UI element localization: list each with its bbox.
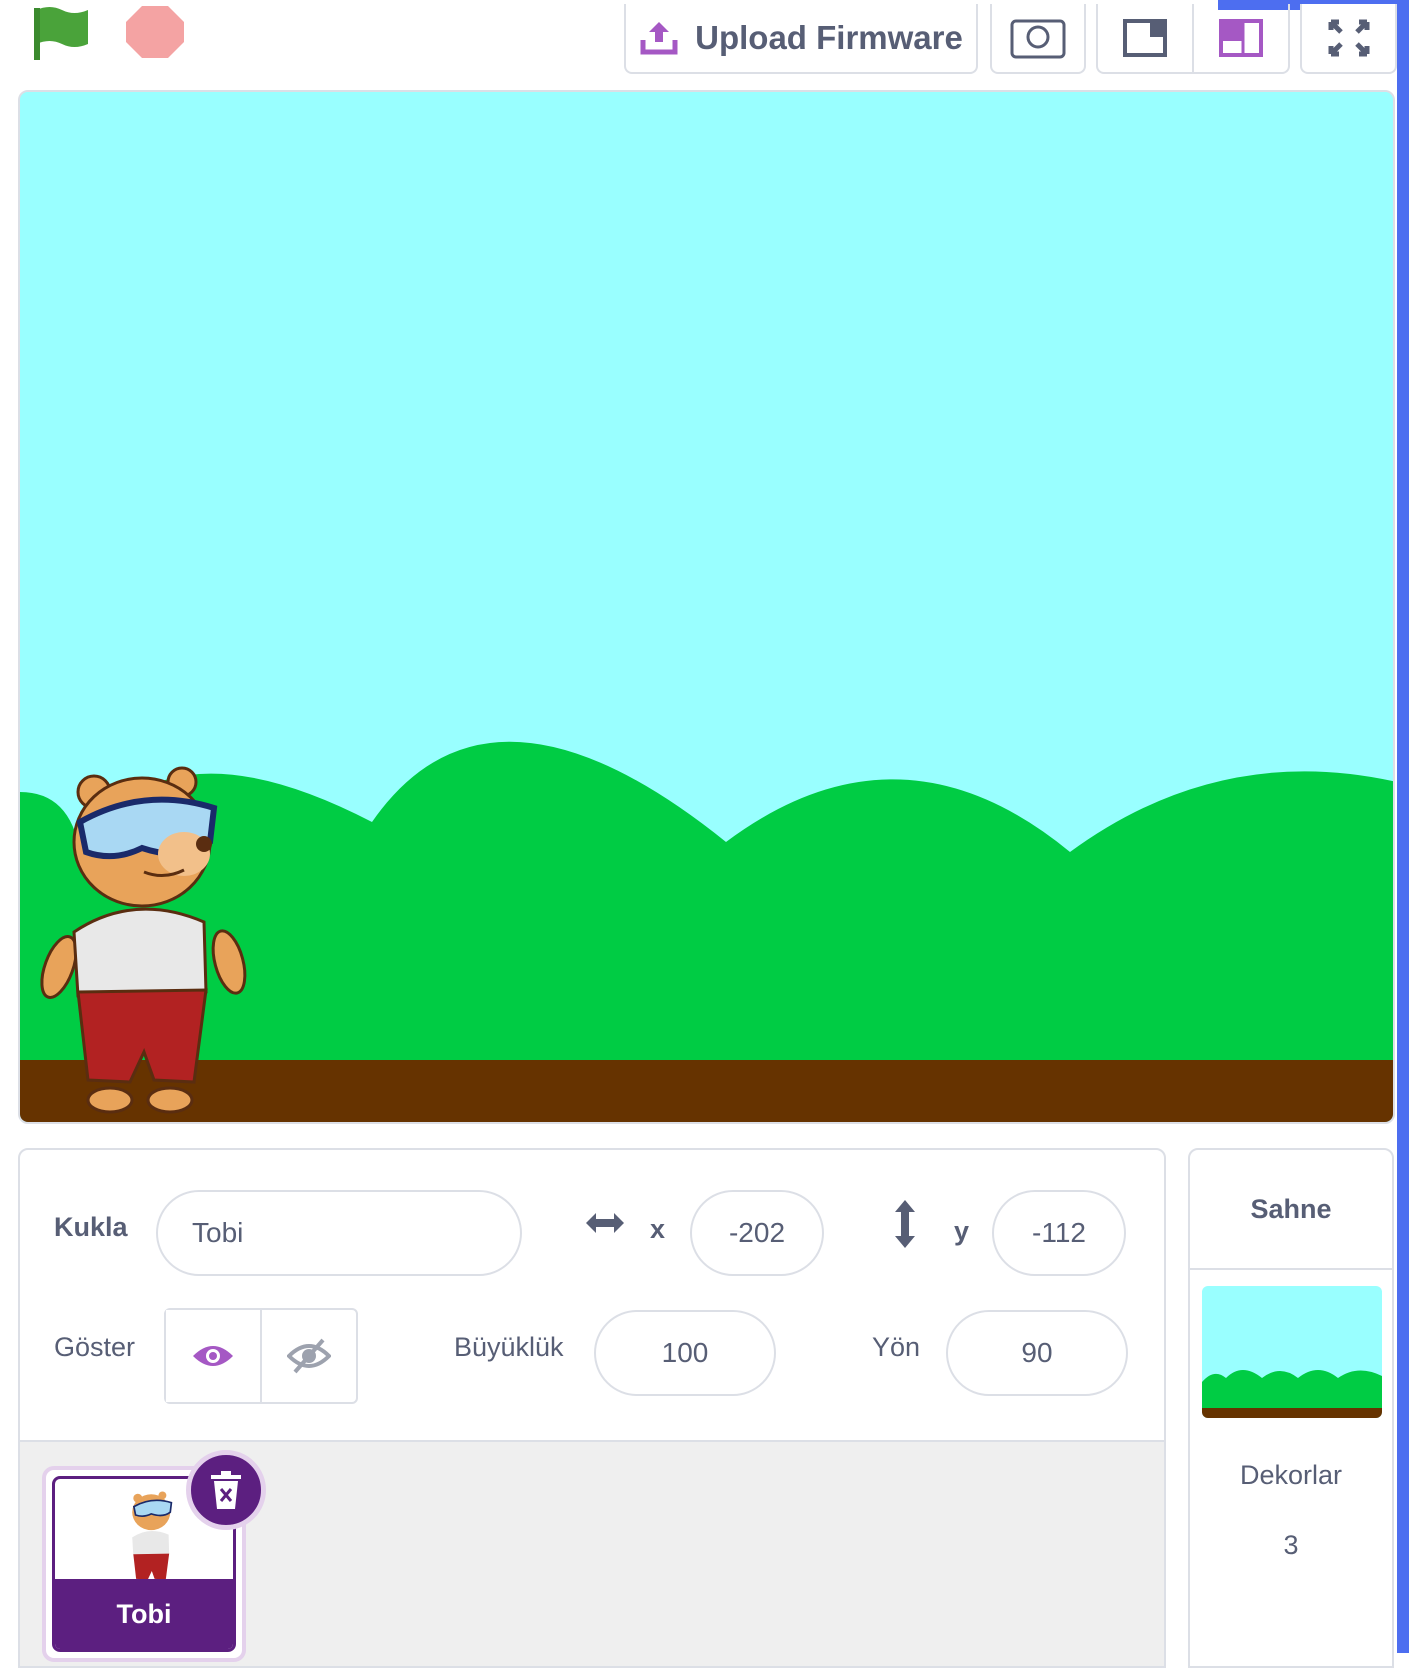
upload-firmware-button[interactable]: Upload Firmware: [624, 4, 978, 74]
fullscreen-button[interactable]: [1300, 4, 1397, 74]
y-value: -112: [1032, 1217, 1086, 1248]
stop-sign-icon[interactable]: [124, 4, 186, 60]
backdrops-label: Dekorlar: [1239, 1460, 1343, 1490]
sprite-name-label: Kukla: [54, 1212, 128, 1242]
visibility-toggle: [164, 1308, 358, 1404]
camera-icon: [1010, 19, 1066, 59]
direction-input[interactable]: 90: [946, 1310, 1128, 1396]
show-sprite-button[interactable]: [166, 1310, 260, 1402]
small-stage-layout-icon: [1123, 19, 1167, 57]
window-edge-right: [1397, 0, 1409, 1653]
sprite-tile-name: Tobi: [55, 1579, 233, 1649]
large-stage-button[interactable]: [1192, 4, 1288, 72]
x-value: -202: [728, 1217, 786, 1248]
x-label: x: [650, 1214, 666, 1244]
screenshot-button[interactable]: [990, 4, 1086, 74]
show-label: Göster: [54, 1332, 136, 1362]
x-input[interactable]: -202: [690, 1190, 824, 1276]
small-stage-button[interactable]: [1098, 4, 1192, 72]
sprite-name-input[interactable]: Tobi: [156, 1190, 522, 1276]
size-input[interactable]: 100: [594, 1310, 776, 1396]
sprite-name-value: Tobi: [192, 1217, 244, 1248]
upload-firmware-label: Upload Firmware: [695, 19, 963, 56]
y-label: y: [954, 1216, 970, 1246]
y-input[interactable]: -112: [992, 1190, 1126, 1276]
sprite-info-panel: Kukla Tobi x -202 y -112 Göster Büyüklük…: [18, 1148, 1166, 1668]
direction-value: 90: [1021, 1337, 1053, 1368]
vertical-arrows-icon: [890, 1198, 920, 1255]
eye-hidden-icon: [287, 1338, 331, 1374]
direction-label: Yön: [872, 1332, 921, 1362]
stage-canvas[interactable]: [18, 90, 1395, 1124]
stage-selector-panel: Sahne Dekorlar 3: [1188, 1148, 1394, 1668]
trash-icon: [211, 1471, 241, 1509]
size-value: 100: [661, 1337, 709, 1368]
upload-icon: [640, 22, 678, 55]
hide-sprite-button[interactable]: [260, 1310, 356, 1402]
stage-thumbnail[interactable]: [1202, 1286, 1382, 1418]
eye-icon: [193, 1346, 233, 1366]
fullscreen-icon: [1328, 19, 1369, 57]
size-label: Büyüklük: [454, 1332, 564, 1362]
large-stage-layout-icon: [1219, 19, 1263, 57]
horizontal-arrows-icon: [582, 1208, 628, 1243]
green-flag-icon[interactable]: [30, 4, 94, 60]
delete-sprite-button[interactable]: [186, 1450, 266, 1530]
sprite-list: Tobi: [20, 1440, 1164, 1666]
stage-layout-toggle: [1096, 4, 1290, 74]
stage-ground: [20, 1060, 1393, 1122]
backdrops-count: 3: [1283, 1530, 1299, 1560]
stage-panel-title: Sahne: [1190, 1150, 1392, 1270]
